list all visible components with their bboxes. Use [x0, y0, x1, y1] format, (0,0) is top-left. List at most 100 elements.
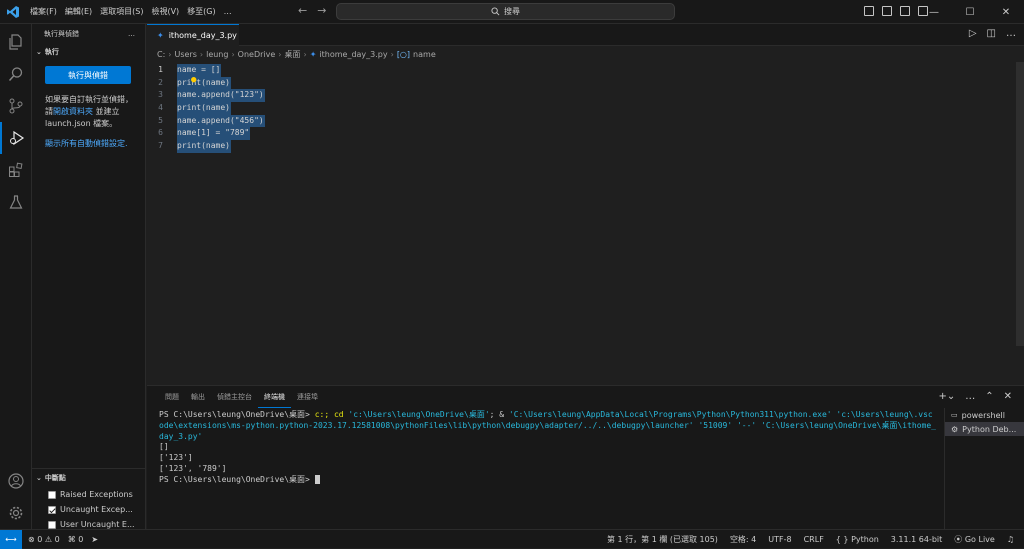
maximize-panel-icon[interactable]: ⌃: [985, 391, 993, 402]
run-and-debug-sidebar: 執行與偵錯 … ⌄ 執行 執行與偵錯 如果要自訂執行並偵錯，請開啟資料夾 並建立…: [32, 24, 146, 529]
checkbox-checked[interactable]: [48, 505, 56, 514]
notifications-bell-icon[interactable]: ♫: [1007, 535, 1014, 544]
debug-launch-icon[interactable]: ➤: [91, 535, 98, 544]
panel-more-icon[interactable]: …: [965, 391, 975, 402]
close-panel-icon[interactable]: ✕: [1004, 391, 1012, 402]
breadcrumb-drive[interactable]: C:: [157, 50, 165, 59]
breadcrumb-leung[interactable]: leung: [206, 50, 228, 59]
run-section-header[interactable]: ⌄ 執行: [32, 44, 145, 60]
cursor-position[interactable]: 第 1 行，第 1 欄 (已選取 105): [607, 534, 718, 545]
breakpoint-raised-exceptions[interactable]: Raised Exceptions: [32, 487, 146, 502]
language-mode[interactable]: { } Python: [836, 535, 879, 544]
terminal-output[interactable]: PS C:\Users\leung\OneDrive\桌面> c:; cd 'c…: [159, 410, 937, 486]
minimize-button[interactable]: —: [916, 0, 952, 24]
code-line: 1 name = []: [147, 64, 1024, 77]
tab-problems[interactable]: 問題: [159, 386, 185, 408]
editor-scrollbar[interactable]: [1016, 62, 1024, 346]
lightbulb-icon[interactable]: ●: [191, 75, 196, 85]
breadcrumb-users[interactable]: Users: [174, 50, 196, 59]
run-and-debug-icon[interactable]: [0, 122, 32, 154]
forward-arrow-icon[interactable]: →: [317, 4, 326, 17]
menu-more[interactable]: …: [220, 0, 236, 24]
breakpoints-label: 中斷點: [44, 474, 66, 482]
source-control-icon[interactable]: [0, 90, 32, 122]
open-folder-link[interactable]: 開啟資料夾: [53, 107, 93, 116]
breakpoints-header[interactable]: ⌄ 中斷點: [32, 469, 146, 487]
tab-output[interactable]: 輸出: [185, 386, 211, 408]
remote-indicator-icon[interactable]: ⟷: [0, 529, 22, 549]
back-arrow-icon[interactable]: ←: [298, 4, 307, 17]
tab-ports[interactable]: 連接埠: [291, 386, 324, 408]
menu-go[interactable]: 移至(G): [183, 0, 219, 24]
terminal-output-line: []: [159, 442, 169, 452]
terminal-output-line: ['123', '789']: [159, 463, 227, 473]
line-text: name = []: [177, 64, 222, 77]
split-editor-icon[interactable]: ◫: [987, 28, 996, 39]
line-number: 1: [158, 65, 163, 74]
line-number: 6: [158, 128, 163, 138]
code-editor[interactable]: 1 name = [] 2 print(name) 3 name.append("12…: [147, 64, 1024, 153]
search-label: 搜尋: [504, 7, 520, 16]
search-icon: [491, 7, 500, 16]
menu-selection[interactable]: 選取項目(S): [96, 0, 147, 24]
chevron-down-icon: ⌄: [36, 48, 42, 56]
toggle-primary-sidebar-icon[interactable]: [864, 6, 874, 16]
python-interpreter[interactable]: 3.11.1 64-bit: [891, 535, 943, 544]
tab-ithome-day-3[interactable]: ✦ ithome_day_3.py: [147, 24, 239, 46]
terminal-item-python-debug[interactable]: ⚙ Python Deb...: [945, 422, 1024, 436]
sidebar-more-icon[interactable]: …: [128, 30, 135, 38]
explorer-icon[interactable]: [0, 26, 32, 58]
toggle-panel-icon[interactable]: [882, 6, 892, 16]
code-line: 2 print(name): [147, 76, 1024, 90]
tab-terminal[interactable]: 終端機: [258, 386, 291, 408]
editor-area: ✦ ithome_day_3.py ▷ ◫ … C: › Users › leung…: [147, 24, 1024, 385]
breadcrumb-onedrive[interactable]: OneDrive: [238, 50, 276, 59]
checkbox[interactable]: [48, 520, 56, 529]
checkbox[interactable]: [48, 490, 56, 499]
code-line: 7 print(name): [147, 140, 1024, 153]
menu-view[interactable]: 檢視(V): [147, 0, 183, 24]
more-actions-icon[interactable]: …: [1006, 28, 1016, 39]
close-button[interactable]: ✕: [988, 0, 1024, 24]
go-live-button[interactable]: ⦿ Go Live: [954, 534, 995, 545]
toggle-secondary-sidebar-icon[interactable]: [900, 6, 910, 16]
command-center-search[interactable]: 搜尋: [336, 3, 675, 20]
code-line: 5 name.append("456"): [147, 114, 1024, 128]
testing-flask-icon[interactable]: [0, 186, 32, 218]
line-number: 5: [158, 115, 163, 125]
code-line: 3 name.append("123"): [147, 89, 1024, 103]
settings-gear-icon[interactable]: [0, 497, 32, 529]
breadcrumb-symbol[interactable]: name: [413, 50, 436, 59]
maximize-button[interactable]: ☐: [952, 0, 988, 24]
terminal-item-powershell[interactable]: ▭ powershell: [945, 408, 1024, 422]
line-text: name.append("456"): [177, 114, 265, 128]
breadcrumb-file[interactable]: ithome_day_3.py: [319, 50, 387, 59]
line-text: name.append("123"): [177, 89, 265, 103]
run-python-file-icon[interactable]: ▷: [969, 28, 977, 39]
tab-debug-console[interactable]: 偵錯主控台: [211, 386, 258, 408]
activity-bar: [0, 24, 32, 529]
problems-status[interactable]: ⊗ 0 ⚠ 0: [28, 535, 60, 544]
line-number: 2: [158, 77, 163, 87]
menu-edit[interactable]: 編輯(E): [61, 0, 96, 24]
account-icon[interactable]: [0, 465, 32, 497]
show-auto-debug-configs-link[interactable]: 顯示所有自動偵錯設定.: [45, 138, 135, 150]
encoding[interactable]: UTF-8: [768, 535, 791, 544]
terminal-command: c:; cd: [314, 410, 349, 419]
run-and-debug-button[interactable]: 執行與偵錯: [45, 66, 131, 84]
python-file-icon: ✦: [157, 31, 164, 40]
terminal-output-line: ['123']: [159, 453, 193, 463]
breakpoint-uncaught-exceptions[interactable]: Uncaught Excep...: [32, 502, 146, 517]
menu-file[interactable]: 檔案(F): [26, 0, 61, 24]
new-terminal-plus-icon[interactable]: +⌄: [938, 391, 955, 402]
search-view-icon[interactable]: [0, 58, 32, 90]
extensions-icon[interactable]: [0, 154, 32, 186]
code-line: 6 name[1] = "789": [147, 127, 1024, 141]
indentation[interactable]: 空格: 4: [730, 534, 756, 545]
breadcrumb-desktop[interactable]: 桌面: [285, 49, 301, 60]
ports-status[interactable]: ⌘ 0: [68, 535, 84, 544]
terminal-list: ▭ powershell ⚙ Python Deb...: [944, 408, 1024, 530]
line-text: print(name): [177, 102, 231, 115]
line-ending[interactable]: CRLF: [804, 535, 824, 544]
chevron-down-icon: ⌄: [36, 474, 42, 482]
